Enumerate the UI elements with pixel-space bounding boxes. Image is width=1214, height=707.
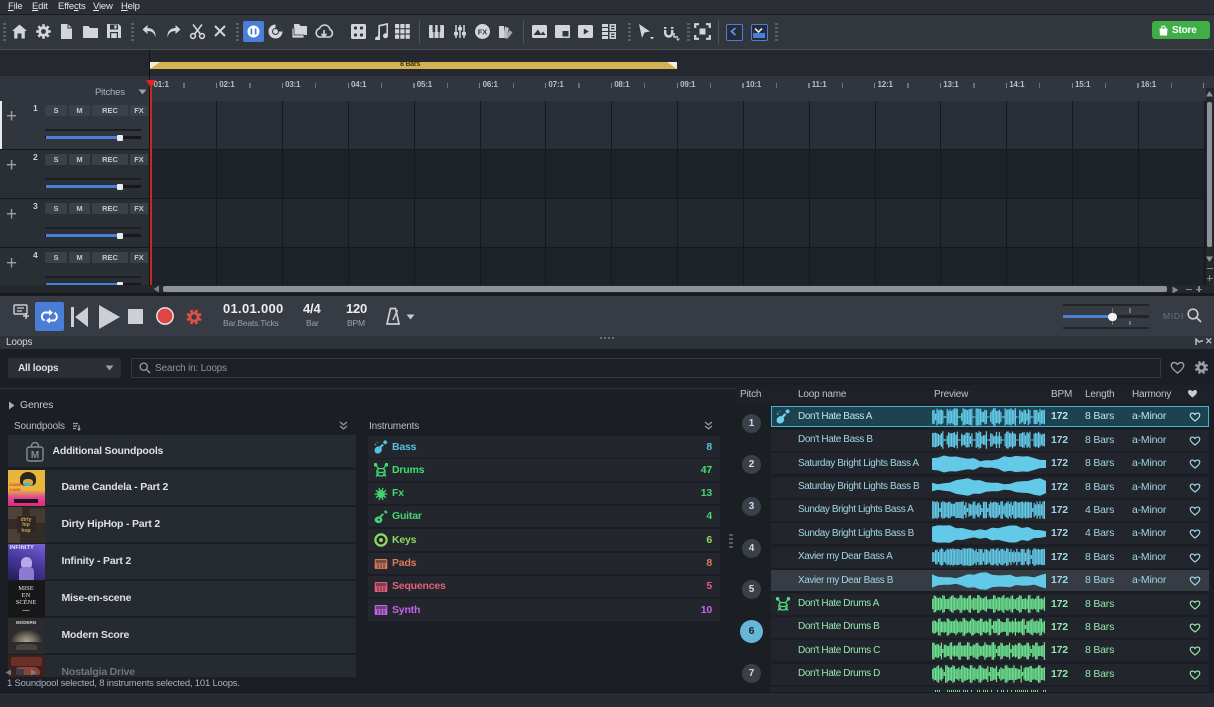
svg-text:M: M bbox=[30, 450, 38, 461]
svg-text:FX: FX bbox=[478, 27, 488, 36]
